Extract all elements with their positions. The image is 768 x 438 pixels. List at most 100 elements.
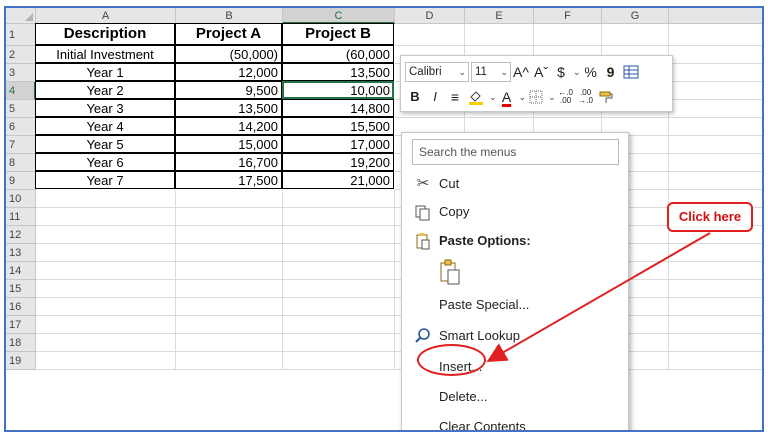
menu-item-delete[interactable]: Delete... xyxy=(402,385,628,409)
font-color-button[interactable]: A xyxy=(499,87,515,107)
table-cell[interactable]: (60,000 xyxy=(282,45,394,63)
cell[interactable] xyxy=(176,244,283,262)
font-size-dropdown[interactable]: 11 ⌄ xyxy=(471,62,511,82)
table-cell[interactable]: 19,200 xyxy=(282,153,394,171)
grow-font-button[interactable]: A^ xyxy=(513,62,529,82)
bold-button[interactable]: B xyxy=(407,87,423,107)
column-header-e[interactable]: E xyxy=(465,8,534,24)
cell[interactable] xyxy=(283,226,395,244)
table-cell[interactable]: 21,000 xyxy=(282,171,394,189)
cell[interactable] xyxy=(669,24,762,46)
cell[interactable] xyxy=(283,298,395,316)
table-cell[interactable]: Year 6 xyxy=(35,153,175,171)
cell[interactable] xyxy=(283,352,395,370)
cell[interactable] xyxy=(669,154,762,172)
table-cell[interactable]: Year 1 xyxy=(35,63,175,81)
table-cell[interactable]: 13,500 xyxy=(282,63,394,81)
row-header-3[interactable]: 3 xyxy=(6,64,36,82)
cell[interactable] xyxy=(176,316,283,334)
row-header-2[interactable]: 2 xyxy=(6,46,36,64)
menu-item-copy[interactable]: Copy xyxy=(402,200,628,224)
table-header-cell[interactable]: Project A xyxy=(175,23,282,45)
menu-item-smart-lookup[interactable]: Smart Lookup xyxy=(402,324,628,348)
table-cell[interactable]: 14,200 xyxy=(175,117,282,135)
cell[interactable] xyxy=(36,262,176,280)
row-header-18[interactable]: 18 xyxy=(6,334,36,352)
row-header-8[interactable]: 8 xyxy=(6,154,36,172)
row-header-15[interactable]: 15 xyxy=(6,280,36,298)
table-cell[interactable]: 17,000 xyxy=(282,135,394,153)
menu-item-cut[interactable]: ✂ Cut xyxy=(402,172,628,196)
shrink-font-button[interactable]: Aˇ xyxy=(533,62,549,82)
cell[interactable] xyxy=(176,262,283,280)
table-cell[interactable]: (50,000) xyxy=(175,45,282,63)
align-center-button[interactable]: ≡ xyxy=(447,87,463,107)
cell[interactable] xyxy=(176,190,283,208)
fill-color-icon[interactable] xyxy=(467,87,485,107)
cell[interactable] xyxy=(669,172,762,190)
column-header-f[interactable]: F xyxy=(534,8,602,24)
row-header-12[interactable]: 12 xyxy=(6,226,36,244)
column-header-a[interactable]: A xyxy=(36,8,176,24)
cell[interactable] xyxy=(283,316,395,334)
row-header-14[interactable]: 14 xyxy=(6,262,36,280)
cell[interactable] xyxy=(602,24,669,46)
table-cell[interactable]: 9,500 xyxy=(175,81,282,99)
cell[interactable] xyxy=(283,334,395,352)
row-header-9[interactable]: 9 xyxy=(6,172,36,190)
cell[interactable] xyxy=(534,24,602,46)
cell[interactable] xyxy=(669,46,762,64)
table-cell[interactable]: 16,700 xyxy=(175,153,282,171)
table-cell[interactable]: 15,500 xyxy=(282,117,394,135)
menu-item-clear-contents[interactable]: Clear Contents xyxy=(402,415,628,430)
cell[interactable] xyxy=(669,118,762,136)
row-header-13[interactable]: 13 xyxy=(6,244,36,262)
cell[interactable] xyxy=(465,24,534,46)
cell[interactable] xyxy=(36,316,176,334)
cell[interactable] xyxy=(176,334,283,352)
chevron-down-icon[interactable]: ⌄ xyxy=(548,92,556,103)
cell[interactable] xyxy=(36,298,176,316)
table-cell[interactable]: 12,000 xyxy=(175,63,282,81)
cell[interactable] xyxy=(176,280,283,298)
cell[interactable] xyxy=(36,190,176,208)
cell[interactable] xyxy=(669,244,762,262)
search-menus-input[interactable]: Search the menus xyxy=(412,139,619,165)
table-cell[interactable]: Year 4 xyxy=(35,117,175,135)
cell[interactable] xyxy=(36,334,176,352)
table-header-cell[interactable]: Project B xyxy=(282,23,394,45)
cell[interactable] xyxy=(669,352,762,370)
cell[interactable] xyxy=(669,136,762,154)
cell[interactable] xyxy=(36,226,176,244)
row-header-10[interactable]: 10 xyxy=(6,190,36,208)
italic-button[interactable]: I xyxy=(427,87,443,107)
cell[interactable] xyxy=(283,244,395,262)
cell[interactable] xyxy=(669,100,762,118)
row-header-16[interactable]: 16 xyxy=(6,298,36,316)
cell[interactable] xyxy=(283,190,395,208)
column-header-b[interactable]: B xyxy=(176,8,283,24)
chevron-down-icon[interactable]: ⌄ xyxy=(519,92,527,103)
cell[interactable] xyxy=(176,352,283,370)
cell[interactable] xyxy=(176,298,283,316)
increase-decimal-button[interactable]: ←.0 .00 xyxy=(558,87,574,107)
table-cell[interactable]: 10,000 xyxy=(282,81,394,99)
cell[interactable] xyxy=(669,334,762,352)
row-header-6[interactable]: 6 xyxy=(6,118,36,136)
cell[interactable] xyxy=(36,352,176,370)
currency-button[interactable]: $ xyxy=(553,62,569,82)
format-table-icon[interactable] xyxy=(623,62,639,82)
cell[interactable] xyxy=(36,280,176,298)
row-header-11[interactable]: 11 xyxy=(6,208,36,226)
font-name-dropdown[interactable]: Calibri ⌄ xyxy=(405,62,469,82)
row-header-7[interactable]: 7 xyxy=(6,136,36,154)
row-header-19[interactable]: 19 xyxy=(6,352,36,370)
table-cell[interactable]: Year 2 xyxy=(35,81,175,99)
row-header-5[interactable]: 5 xyxy=(6,100,36,118)
table-cell[interactable]: 13,500 xyxy=(175,99,282,117)
table-cell[interactable]: Year 3 xyxy=(35,99,175,117)
table-cell[interactable]: Year 5 xyxy=(35,135,175,153)
cell[interactable] xyxy=(176,226,283,244)
cell[interactable] xyxy=(395,24,465,46)
cell[interactable] xyxy=(669,262,762,280)
